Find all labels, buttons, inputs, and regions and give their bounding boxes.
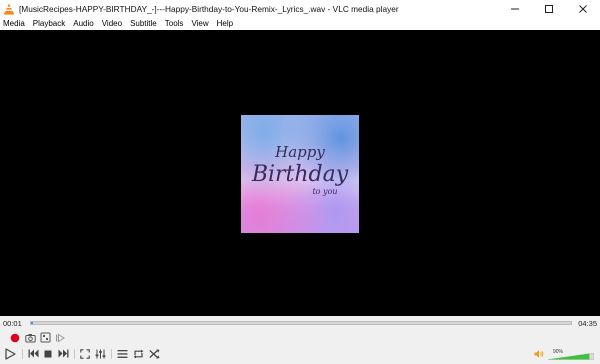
seek-progress bbox=[31, 322, 34, 324]
loop-button[interactable] bbox=[131, 347, 145, 360]
minimize-button[interactable] bbox=[498, 0, 532, 17]
playlist-button[interactable] bbox=[115, 347, 129, 360]
minimize-icon bbox=[511, 8, 519, 9]
artwork-text-happy: Happy bbox=[275, 143, 325, 161]
shuffle-button[interactable] bbox=[147, 347, 161, 360]
menu-media[interactable]: Media bbox=[0, 17, 29, 30]
speaker-icon bbox=[534, 350, 544, 358]
menu-subtitle[interactable]: Subtitle bbox=[126, 17, 161, 30]
record-button[interactable] bbox=[8, 331, 22, 344]
window-title: [MusicRecipes-HAPPY-BIRTHDAY_-]---Happy-… bbox=[19, 3, 399, 14]
seek-row: 00:01 04:35 bbox=[0, 316, 600, 330]
artwork-text-birthday: Birthday bbox=[251, 162, 349, 187]
video-display[interactable]: Happy Birthday to you bbox=[0, 30, 600, 316]
skip-next-icon bbox=[58, 349, 68, 358]
menu-audio[interactable]: Audio bbox=[69, 17, 97, 30]
maximize-button[interactable] bbox=[532, 0, 566, 17]
fullscreen-icon bbox=[80, 348, 90, 359]
volume-slider[interactable] bbox=[548, 347, 594, 360]
elapsed-time: 00:01 bbox=[3, 319, 22, 328]
mute-button[interactable] bbox=[533, 348, 545, 360]
stop-button[interactable] bbox=[41, 347, 55, 360]
playlist-icon bbox=[117, 349, 127, 358]
previous-button[interactable] bbox=[26, 347, 40, 360]
menu-video[interactable]: Video bbox=[98, 17, 126, 30]
album-artwork: Happy Birthday to you bbox=[241, 115, 359, 233]
loop-icon bbox=[133, 349, 143, 358]
menu-tools[interactable]: Tools bbox=[161, 17, 188, 30]
menu-bar: Media Playback Audio Video Subtitle Tool… bbox=[0, 17, 600, 30]
shuffle-icon bbox=[148, 348, 159, 359]
artwork-text-to-you: to you bbox=[312, 187, 338, 196]
equalizer-icon bbox=[95, 349, 105, 358]
extended-settings-button[interactable] bbox=[93, 347, 107, 360]
frame-by-frame-button[interactable] bbox=[53, 331, 67, 344]
seek-slider[interactable] bbox=[30, 321, 572, 325]
menu-playback[interactable]: Playback bbox=[29, 17, 69, 30]
snapshot-button[interactable] bbox=[23, 331, 37, 344]
stop-icon bbox=[44, 350, 52, 357]
loop-ab-button[interactable] bbox=[38, 331, 52, 344]
record-icon bbox=[10, 333, 20, 342]
title-bar: [MusicRecipes-HAPPY-BIRTHDAY_-]---Happy-… bbox=[0, 0, 600, 17]
close-icon bbox=[579, 4, 587, 13]
maximize-icon bbox=[545, 4, 553, 13]
vlc-cone-icon bbox=[3, 3, 15, 15]
total-time: 04:35 bbox=[578, 319, 597, 328]
close-button[interactable] bbox=[566, 0, 600, 17]
skip-previous-icon bbox=[28, 349, 38, 358]
fullscreen-button[interactable] bbox=[78, 347, 92, 360]
camera-icon bbox=[24, 333, 36, 342]
menu-help[interactable]: Help bbox=[213, 17, 237, 30]
loop-ab-icon bbox=[40, 332, 50, 343]
play-button[interactable] bbox=[2, 346, 18, 361]
play-icon bbox=[5, 347, 16, 360]
frame-step-icon bbox=[56, 333, 65, 342]
window-controls bbox=[498, 0, 600, 17]
next-button[interactable] bbox=[56, 347, 70, 360]
menu-view[interactable]: View bbox=[187, 17, 212, 30]
